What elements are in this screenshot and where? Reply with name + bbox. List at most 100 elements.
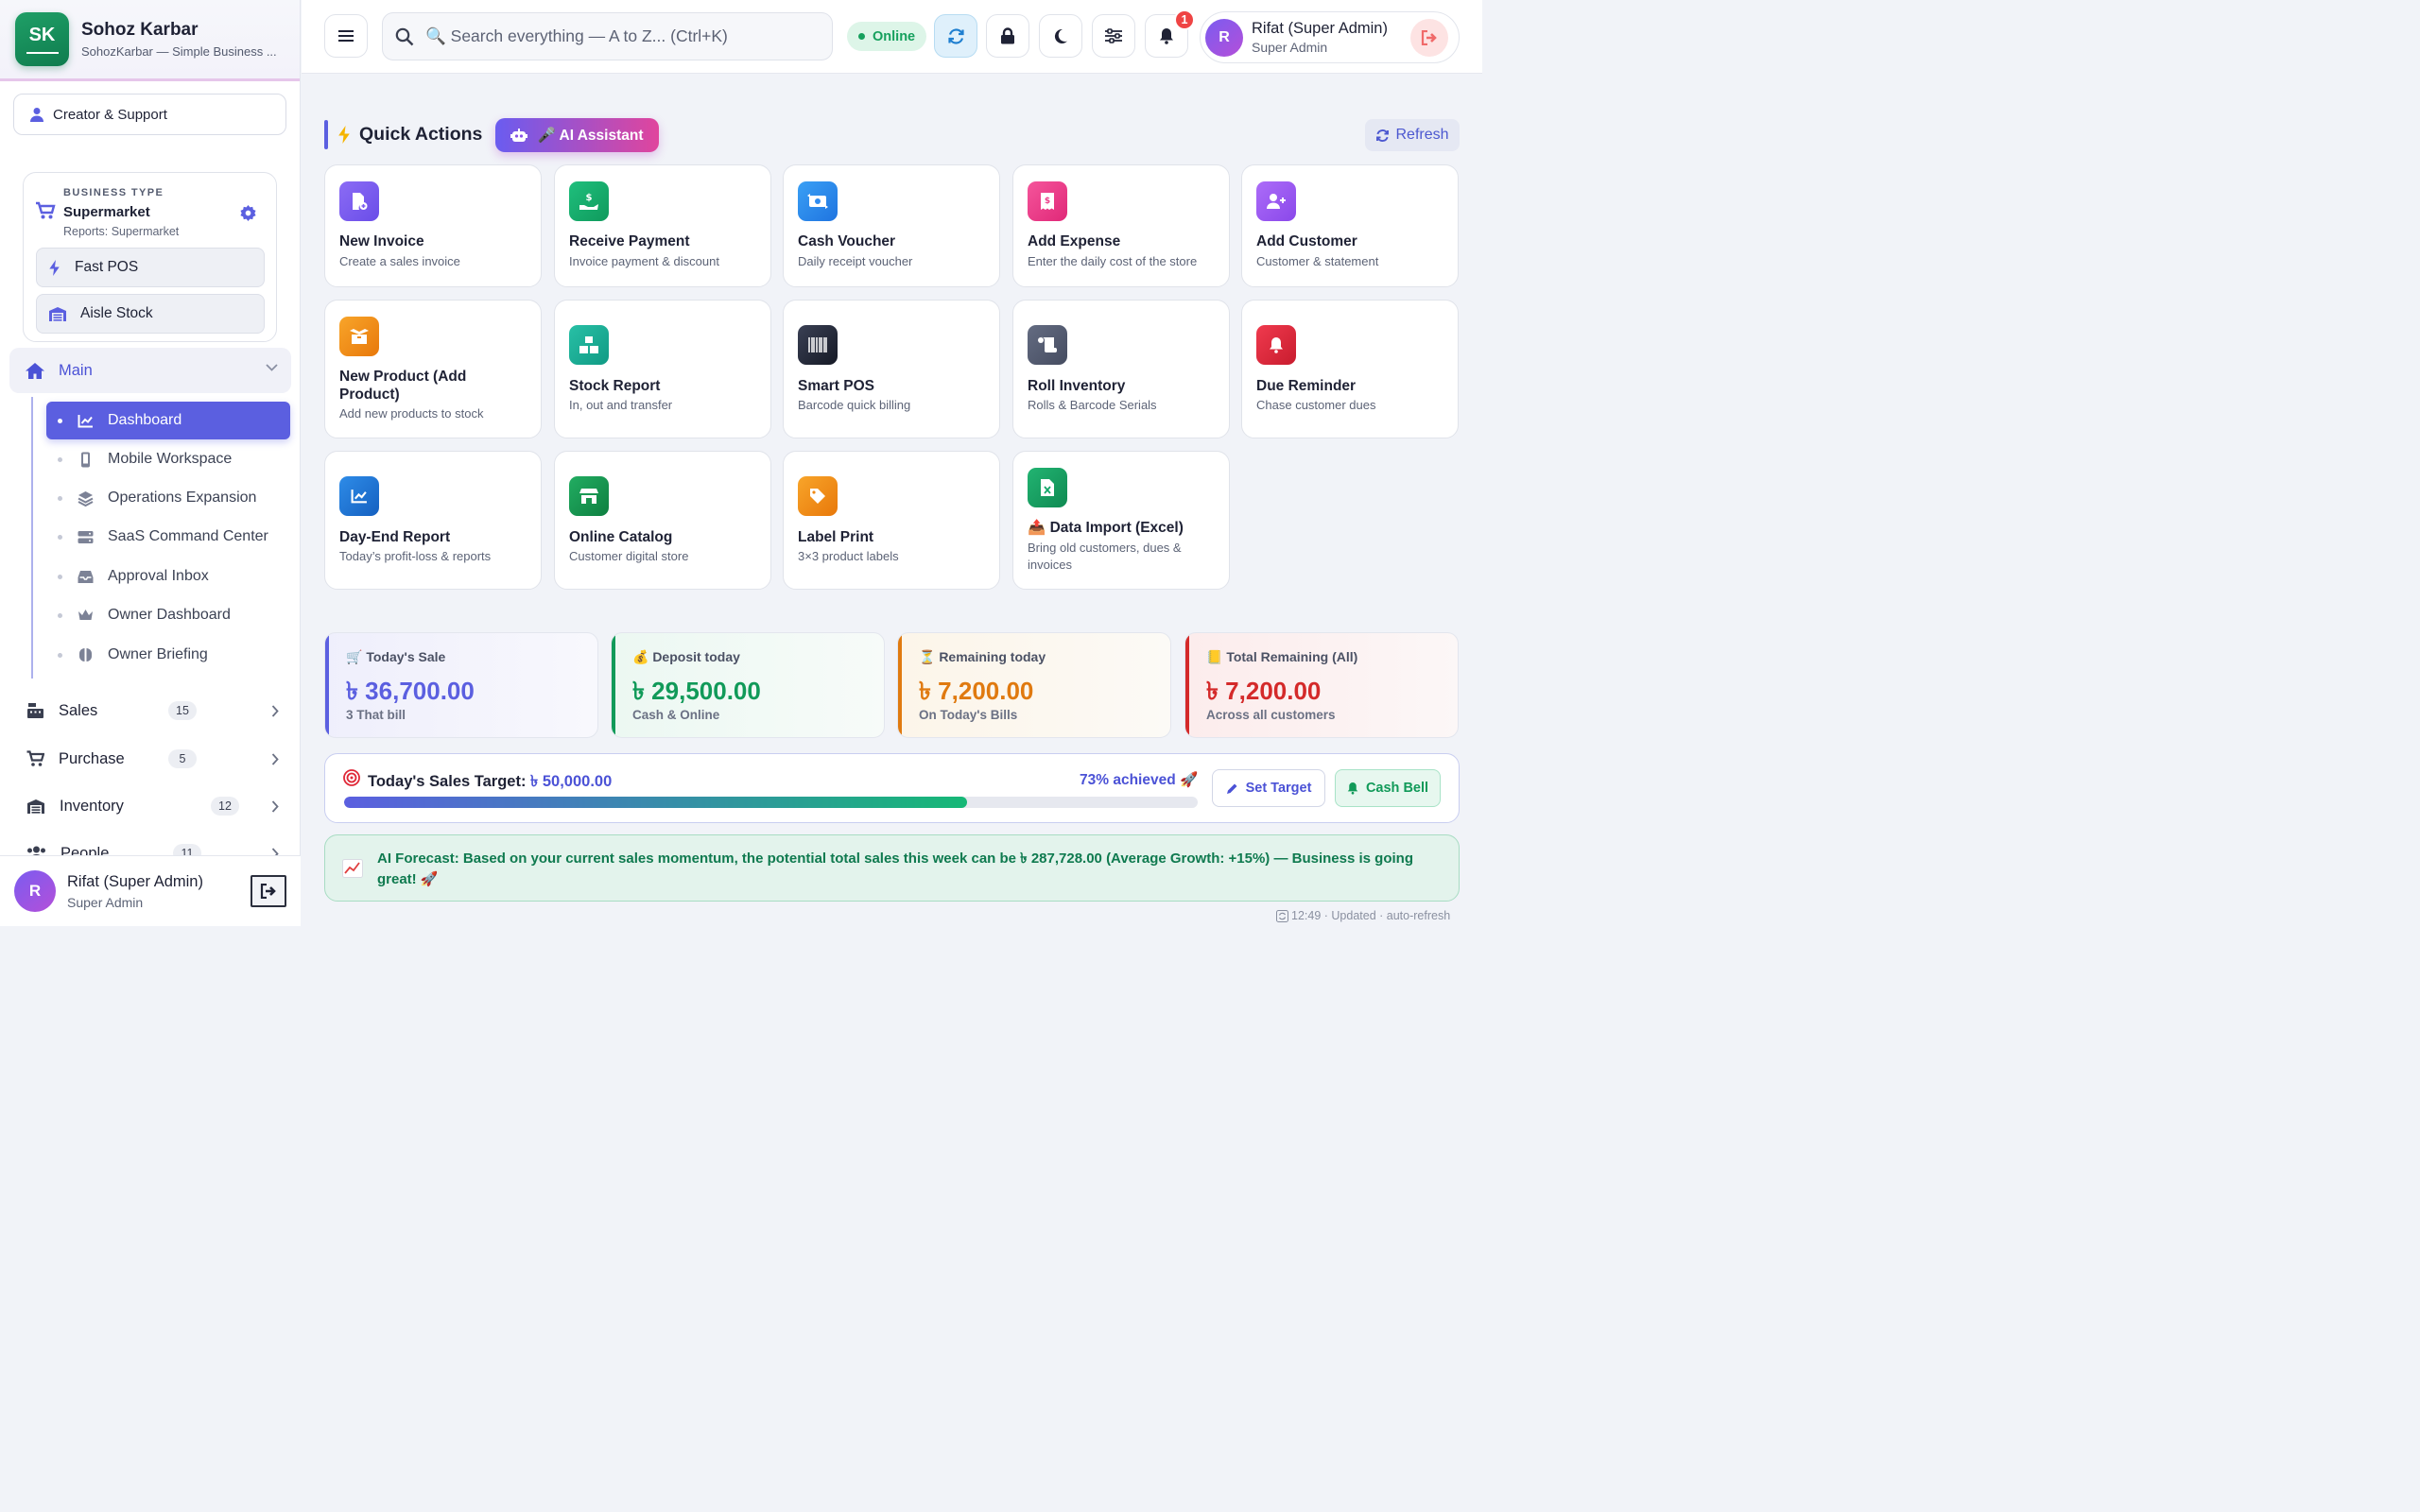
ai-assistant-button[interactable]: 🎤 AI Assistant	[495, 118, 659, 152]
card-subtitle: Create a sales invoice	[339, 254, 460, 268]
brain-icon	[79, 648, 92, 662]
stat-label: 📒 Total Remaining (All)	[1206, 649, 1358, 664]
menu-toggle-button[interactable]	[324, 14, 368, 58]
logout-button[interactable]	[1410, 19, 1448, 57]
quick-action-roll-inventory[interactable]: Roll Inventory Rolls & Barcode Serials	[1012, 300, 1230, 438]
quick-action-online-catalog[interactable]: Online Catalog Customer digital store	[554, 451, 771, 590]
receipt-icon: $	[1028, 181, 1067, 221]
dark-mode-button[interactable]	[1039, 14, 1082, 58]
creator-support-button[interactable]: Creator & Support	[13, 94, 286, 135]
quick-actions-title: Quick Actions	[359, 123, 483, 145]
sidebar-item-owner-dashboard[interactable]: Owner Dashboard	[46, 596, 290, 634]
nav-main-group[interactable]: Main	[9, 348, 291, 393]
stat-remaining-today: ⏳ Remaining today ৳ 7,200.00 On Today's …	[897, 632, 1171, 738]
search-input[interactable]	[425, 26, 822, 46]
quick-action-cash-voucher[interactable]: Cash Voucher Daily receipt voucher	[783, 164, 1000, 287]
ai-forecast-banner: AI Forecast: Based on your current sales…	[324, 834, 1460, 902]
cash-bell-button[interactable]: Cash Bell	[1335, 769, 1441, 807]
mobile-icon	[81, 452, 90, 467]
bell-icon	[1160, 28, 1173, 44]
sidebar-section-purchase[interactable]: Purchase 5	[26, 745, 284, 773]
search-box[interactable]	[382, 12, 833, 60]
sidebar-item-label: Owner Briefing	[108, 646, 208, 662]
sidebar-section-label: Sales	[59, 701, 98, 719]
sidebar-section-sales[interactable]: Sales 15	[26, 696, 284, 725]
sidebar-logout-button[interactable]	[251, 875, 286, 907]
quick-action-day-end-report[interactable]: Day-End Report Today’s profit-loss & rep…	[324, 451, 542, 590]
card-subtitle: Rolls & Barcode Serials	[1028, 398, 1157, 412]
sidebar-section-label: Inventory	[60, 797, 124, 815]
warehouse-icon	[27, 799, 44, 814]
quick-action-new-product[interactable]: New Product (Add Product) Add new produc…	[324, 300, 542, 438]
tag-icon	[798, 476, 838, 516]
aisle-stock-button[interactable]: Aisle Stock	[36, 294, 265, 334]
user-name: Rifat (Super Admin)	[1252, 20, 1388, 37]
sales-target-title: Today's Sales Target: ৳ 50,000.00	[368, 769, 612, 795]
chart-line-icon	[339, 476, 379, 516]
stat-label: 💰 Deposit today	[632, 649, 740, 664]
brand-header[interactable]: SK Sohoz Karbar SohozKarbar — Simple Bus…	[0, 0, 300, 81]
notifications-button[interactable]: 1	[1145, 9, 1195, 58]
quick-action-receive-payment[interactable]: $ Receive Payment Invoice payment & disc…	[554, 164, 771, 287]
sliders-icon	[1105, 28, 1122, 43]
box-open-icon	[339, 317, 379, 356]
cash-register-icon	[27, 703, 43, 718]
chevron-right-icon	[271, 752, 279, 765]
sidebar-item-owner-briefing[interactable]: Owner Briefing	[46, 636, 290, 674]
sidebar-item-label: Dashboard	[108, 412, 182, 428]
sidebar-section-inventory[interactable]: Inventory 12	[26, 792, 284, 820]
quick-action-new-invoice[interactable]: New Invoice Create a sales invoice	[324, 164, 542, 287]
business-type-label: BUSINESS TYPE	[63, 187, 164, 198]
bolt-icon	[49, 259, 60, 276]
refresh-label: Refresh	[1395, 127, 1449, 143]
sidebar-section-count: 5	[168, 749, 197, 768]
stat-label: 🛒 Today's Sale	[346, 649, 446, 664]
sidebar-item-mobile-workspace[interactable]: Mobile Workspace	[46, 440, 290, 478]
card-title: Online Catalog	[569, 529, 673, 545]
business-type-reports: Reports: Supermarket	[63, 225, 180, 238]
sync-button[interactable]	[934, 14, 977, 58]
quick-action-add-expense[interactable]: $ Add Expense Enter the daily cost of th…	[1012, 164, 1230, 287]
sidebar-item-approval-inbox[interactable]: Approval Inbox	[46, 558, 290, 595]
set-target-label: Set Target	[1245, 781, 1312, 796]
quick-action-smart-pos[interactable]: Smart POS Barcode quick billing	[783, 300, 1000, 438]
quick-action-stock-report[interactable]: Stock Report In, out and transfer	[554, 300, 771, 438]
card-title: Roll Inventory	[1028, 378, 1126, 394]
hamburger-icon	[338, 30, 354, 42]
online-status-label: Online	[873, 28, 916, 44]
sales-target-label: Today's Sales Target:	[368, 773, 527, 790]
user-menu[interactable]: R Rifat (Super Admin) Super Admin	[1200, 11, 1460, 63]
card-title: New Invoice	[339, 233, 424, 249]
set-target-button[interactable]: Set Target	[1212, 769, 1325, 807]
card-subtitle: Customer & statement	[1256, 254, 1379, 268]
settings-sliders-button[interactable]	[1092, 14, 1135, 58]
sidebar-item-label: Mobile Workspace	[108, 451, 233, 467]
refresh-icon	[1276, 909, 1288, 922]
boxes-icon	[569, 325, 609, 365]
sidebar-item-saas-command-center[interactable]: SaaS Command Center	[46, 518, 290, 556]
user-role: Super Admin	[1252, 40, 1328, 55]
svg-text:$: $	[586, 193, 593, 203]
quick-action-data-import[interactable]: 📤 Data Import (Excel) Bring old customer…	[1012, 451, 1230, 590]
quick-action-due-reminder[interactable]: Due Reminder Chase customer dues	[1241, 300, 1459, 438]
invoice-plus-icon	[339, 181, 379, 221]
quick-actions-header: Quick Actions	[324, 118, 482, 150]
quick-action-add-customer[interactable]: Add Customer Customer & statement	[1241, 164, 1459, 287]
card-title: Cash Voucher	[798, 233, 896, 249]
stat-deposit-today: 💰 Deposit today ৳ 29,500.00 Cash & Onlin…	[611, 632, 885, 738]
fast-pos-button[interactable]: Fast POS	[36, 248, 265, 287]
gear-icon[interactable]	[239, 204, 257, 222]
sidebar-item-dashboard[interactable]: Dashboard	[46, 402, 290, 439]
stat-subtitle: Cash & Online	[632, 708, 720, 722]
avatar[interactable]: R	[14, 870, 56, 912]
refresh-button[interactable]: Refresh	[1365, 119, 1460, 151]
user-plus-icon	[1256, 181, 1296, 221]
cash-bell-label: Cash Bell	[1365, 781, 1429, 796]
app-title: Sohoz Karbar	[81, 20, 199, 40]
sidebar: SK Sohoz Karbar SohozKarbar — Simple Bus…	[0, 0, 301, 926]
sidebar-item-operations-expansion[interactable]: Operations Expansion	[46, 479, 290, 517]
lock-button[interactable]	[986, 14, 1029, 58]
quick-action-label-print[interactable]: Label Print 3×3 product labels	[783, 451, 1000, 590]
sales-target-percent: 73% achieved 🚀	[1080, 772, 1199, 788]
footer-user-name: Rifat (Super Admin)	[67, 872, 203, 890]
